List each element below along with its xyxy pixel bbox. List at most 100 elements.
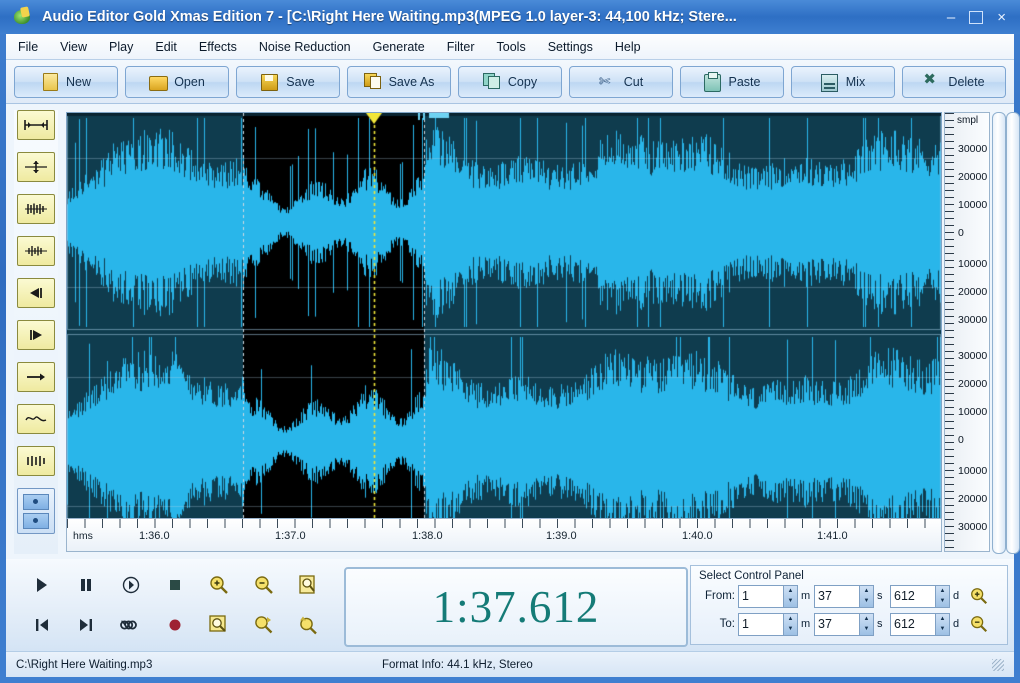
to-seconds-input[interactable] bbox=[815, 614, 859, 635]
view-bars-button[interactable] bbox=[17, 446, 55, 476]
select-control-panel: Select Control Panel From: ▲▼ m ▲▼ s ▲▼ … bbox=[690, 565, 1008, 645]
to-seconds-arrows[interactable]: ▲▼ bbox=[859, 614, 873, 635]
time-tick: 1:41.0 bbox=[817, 530, 848, 542]
vertical-scrollbar-primary[interactable] bbox=[992, 112, 1006, 554]
scroll-right-button[interactable] bbox=[17, 320, 55, 350]
zoom-in-button[interactable] bbox=[204, 570, 234, 600]
select-range-button[interactable] bbox=[17, 110, 55, 140]
close-button[interactable]: × bbox=[997, 10, 1006, 25]
to-millis-input[interactable] bbox=[891, 614, 935, 635]
mix-button[interactable]: Mix bbox=[791, 66, 895, 98]
channel-split-icon bbox=[23, 494, 49, 510]
menu-edit[interactable]: Edit bbox=[155, 40, 177, 54]
copy-button[interactable]: Copy bbox=[458, 66, 562, 98]
go-to-end-button[interactable] bbox=[71, 610, 101, 640]
menu-file[interactable]: File bbox=[18, 40, 38, 54]
loop-button[interactable] bbox=[116, 610, 146, 640]
from-minutes-arrows[interactable]: ▲▼ bbox=[783, 586, 797, 607]
stop-button[interactable] bbox=[160, 570, 190, 600]
pause-button[interactable] bbox=[71, 570, 101, 600]
from-minutes-stepper[interactable]: ▲▼ bbox=[738, 585, 798, 608]
to-minutes-arrows[interactable]: ▲▼ bbox=[783, 614, 797, 635]
editor-area: smpl 30000 20000 10000 0 10000 20000 300… bbox=[6, 104, 1014, 559]
time-display: 1:37.612 bbox=[344, 567, 688, 647]
new-button[interactable]: New bbox=[14, 66, 118, 98]
from-millis-stepper[interactable]: ▲▼ bbox=[890, 585, 950, 608]
menu-generate[interactable]: Generate bbox=[373, 40, 425, 54]
scale-tick: 20000 bbox=[958, 378, 987, 390]
open-folder-icon bbox=[149, 73, 167, 90]
panel-zoom-in-button[interactable] bbox=[966, 584, 992, 608]
bottom-control-bar: 1:37.612 Select Control Panel From: ▲▼ m… bbox=[6, 559, 1014, 651]
scroll-left-button[interactable] bbox=[17, 278, 55, 308]
channel-select-button[interactable] bbox=[17, 488, 55, 534]
record-icon bbox=[166, 616, 184, 634]
waveform-canvas[interactable] bbox=[67, 113, 941, 551]
save-as-button[interactable]: Save As bbox=[347, 66, 451, 98]
paste-button[interactable]: Paste bbox=[680, 66, 784, 98]
scale-tick: 20000 bbox=[958, 171, 987, 183]
zoom-out-wave-button[interactable] bbox=[17, 236, 55, 266]
cut-button[interactable]: ✄ Cut bbox=[569, 66, 673, 98]
to-minutes-input[interactable] bbox=[739, 614, 783, 635]
from-millis-input[interactable] bbox=[891, 586, 935, 607]
minimize-button[interactable]: – bbox=[947, 10, 955, 25]
delete-button[interactable]: ✖ Delete bbox=[902, 66, 1006, 98]
record-button[interactable] bbox=[160, 610, 190, 640]
zoom-vertical-button[interactable] bbox=[17, 152, 55, 182]
menu-help[interactable]: Help bbox=[615, 40, 641, 54]
zoom-full-button[interactable] bbox=[293, 570, 323, 600]
play-from-cursor-button[interactable] bbox=[116, 570, 146, 600]
zoom-out-button[interactable] bbox=[249, 570, 279, 600]
select-control-panel-title: Select Control Panel bbox=[699, 570, 1001, 582]
from-seconds-arrows[interactable]: ▲▼ bbox=[859, 586, 873, 607]
to-millis-stepper[interactable]: ▲▼ bbox=[890, 613, 950, 636]
stop-icon bbox=[167, 577, 183, 593]
arrow-right-icon bbox=[23, 370, 49, 384]
jump-left-icon bbox=[23, 286, 49, 300]
draw-envelope-button[interactable] bbox=[17, 404, 55, 434]
from-seconds-stepper[interactable]: ▲▼ bbox=[814, 585, 874, 608]
copy-button-label: Copy bbox=[508, 75, 537, 89]
zoom-vertical-in-button[interactable] bbox=[249, 610, 279, 640]
menu-play[interactable]: Play bbox=[109, 40, 133, 54]
time-ruler[interactable]: hms 1:36.0 1:37.0 1:38.0 1:39.0 1:40.0 1… bbox=[66, 518, 942, 552]
zoom-full-button-left[interactable] bbox=[17, 194, 55, 224]
from-seconds-input[interactable] bbox=[815, 586, 859, 607]
to-millis-arrows[interactable]: ▲▼ bbox=[935, 614, 949, 635]
zoom-vertical-out-button[interactable] bbox=[293, 610, 323, 640]
menu-tools[interactable]: Tools bbox=[497, 40, 526, 54]
paste-icon bbox=[704, 73, 722, 90]
open-button[interactable]: Open bbox=[125, 66, 229, 98]
menu-view[interactable]: View bbox=[60, 40, 87, 54]
vertical-scrollbar-secondary[interactable] bbox=[1006, 112, 1020, 554]
status-file-path: C:\Right Here Waiting.mp3 bbox=[16, 659, 152, 671]
waveform-display[interactable] bbox=[66, 112, 942, 552]
from-millis-arrows[interactable]: ▲▼ bbox=[935, 586, 949, 607]
go-to-start-button[interactable] bbox=[27, 610, 57, 640]
new-document-icon bbox=[41, 73, 59, 90]
title-bar: Audio Editor Gold Xmas Edition 7 - [C:\R… bbox=[0, 0, 1020, 34]
menu-settings[interactable]: Settings bbox=[548, 40, 593, 54]
to-minutes-stepper[interactable]: ▲▼ bbox=[738, 613, 798, 636]
maximize-button[interactable] bbox=[969, 11, 983, 24]
to-seconds-stepper[interactable]: ▲▼ bbox=[814, 613, 874, 636]
millis-unit: d bbox=[953, 618, 963, 630]
zoom-out-waveform-icon bbox=[23, 244, 49, 258]
time-display-value: 1:37.612 bbox=[433, 581, 600, 633]
zoom-selection-button[interactable] bbox=[204, 610, 234, 640]
from-minutes-input[interactable] bbox=[739, 586, 783, 607]
time-unit-label: hms bbox=[73, 530, 93, 542]
menu-effects[interactable]: Effects bbox=[199, 40, 237, 54]
resize-grip-icon[interactable] bbox=[992, 659, 1004, 671]
save-button[interactable]: Save bbox=[236, 66, 340, 98]
move-right-button[interactable] bbox=[17, 362, 55, 392]
status-format-info: Format Info: 44.1 kHz, Stereo bbox=[382, 659, 533, 671]
from-label: From: bbox=[697, 590, 735, 602]
time-tick: 1:37.0 bbox=[275, 530, 306, 542]
menu-filter[interactable]: Filter bbox=[447, 40, 475, 54]
channel-split-icon-2 bbox=[23, 513, 49, 529]
panel-zoom-out-button[interactable] bbox=[966, 612, 992, 636]
play-button[interactable] bbox=[27, 570, 57, 600]
menu-noise-reduction[interactable]: Noise Reduction bbox=[259, 40, 351, 54]
